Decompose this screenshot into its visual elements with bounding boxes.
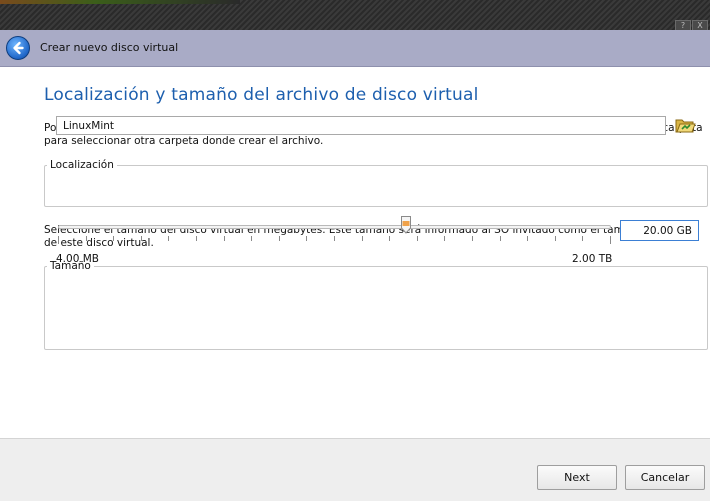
cancel-button[interactable]: Cancelar [625, 465, 705, 490]
size-group: Tamaño [44, 260, 708, 350]
slider-tick [113, 236, 114, 241]
slider-tick [444, 236, 445, 241]
slider-tick [86, 236, 87, 241]
slider-thumb-shape [401, 216, 411, 234]
back-button[interactable] [6, 36, 30, 60]
location-group: Localización [44, 159, 708, 207]
arrow-left-icon [13, 41, 24, 55]
slider-tick [500, 236, 501, 241]
location-legend: Localización [50, 159, 114, 171]
size-slider-ticks [58, 236, 611, 244]
location-input[interactable] [56, 116, 666, 135]
size-slider-handle[interactable] [401, 216, 411, 234]
slider-tick [334, 236, 335, 241]
taskbar-strip [0, 0, 240, 4]
window-controls: ? X [675, 20, 708, 31]
slider-tick [389, 236, 390, 241]
size-min-label: 4.00 MB [56, 253, 99, 265]
window-titlebar: ? X [0, 0, 710, 31]
wizard-header: Crear nuevo disco virtual [0, 30, 710, 67]
choose-folder-button[interactable] [674, 115, 696, 135]
slider-tick [168, 236, 169, 241]
slider-tick [555, 236, 556, 241]
slider-tick [306, 236, 307, 241]
folder-open-icon [675, 119, 696, 133]
slider-tick [279, 236, 280, 241]
slider-tick [610, 236, 611, 244]
page-title: Localización y tamaño del archivo de dis… [44, 85, 479, 105]
size-max-label: 2.00 TB [572, 253, 613, 265]
size-input[interactable] [620, 220, 699, 241]
size-slider-track[interactable] [58, 225, 611, 229]
next-button[interactable]: Next [537, 465, 617, 490]
slider-tick [582, 236, 583, 241]
wizard-footer: Next Cancelar [0, 438, 710, 501]
slider-tick [527, 236, 528, 241]
slider-tick [58, 236, 59, 244]
slider-tick [196, 236, 197, 241]
slider-tick [224, 236, 225, 241]
slider-tick [417, 236, 418, 241]
slider-tick [251, 236, 252, 241]
slider-tick [141, 236, 142, 241]
slider-tick [472, 236, 473, 241]
slider-tick [362, 236, 363, 241]
wizard-title: Crear nuevo disco virtual [40, 41, 179, 54]
